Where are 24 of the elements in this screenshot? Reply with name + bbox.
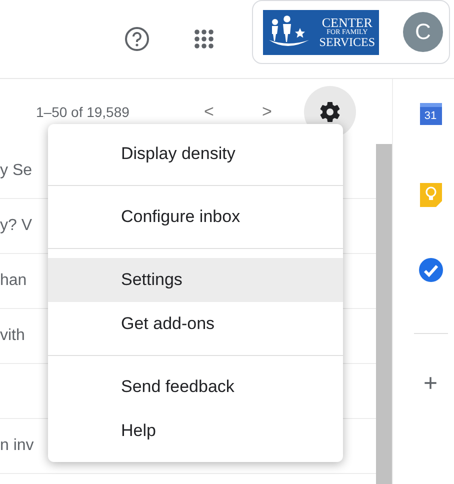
previous-page-button[interactable]: < — [204, 102, 214, 122]
email-snippet[interactable]: vith — [0, 327, 25, 345]
pagination-count: 1–50 of 19,589 — [36, 104, 130, 120]
email-snippet[interactable]: n inv — [0, 437, 34, 455]
menu-item[interactable]: Configure inbox — [48, 195, 343, 239]
calendar-icon[interactable]: 31 — [420, 103, 442, 125]
menu-item[interactable]: Get add-ons — [48, 302, 343, 346]
email-snippet[interactable]: y Se — [0, 162, 32, 180]
apps-grid-icon[interactable] — [194, 29, 214, 49]
email-snippet[interactable]: han — [0, 272, 27, 290]
settings-icon — [318, 100, 342, 124]
scrollbar[interactable] — [376, 144, 392, 484]
menu-item[interactable]: Settings — [48, 258, 343, 302]
next-page-button[interactable]: > — [262, 102, 272, 122]
menu-item[interactable]: Send feedback — [48, 365, 343, 409]
logo-text: CENTER — [322, 16, 372, 29]
email-snippet[interactable]: y? V — [0, 217, 32, 235]
avatar[interactable]: C — [403, 12, 443, 52]
menu-item[interactable]: Help — [48, 409, 343, 453]
help-icon[interactable] — [124, 26, 150, 52]
menu-item[interactable]: Display density — [48, 132, 343, 176]
logo-text: SERVICES — [319, 36, 375, 48]
checkmark-icon[interactable] — [418, 257, 444, 283]
add-button[interactable]: + — [423, 370, 438, 398]
